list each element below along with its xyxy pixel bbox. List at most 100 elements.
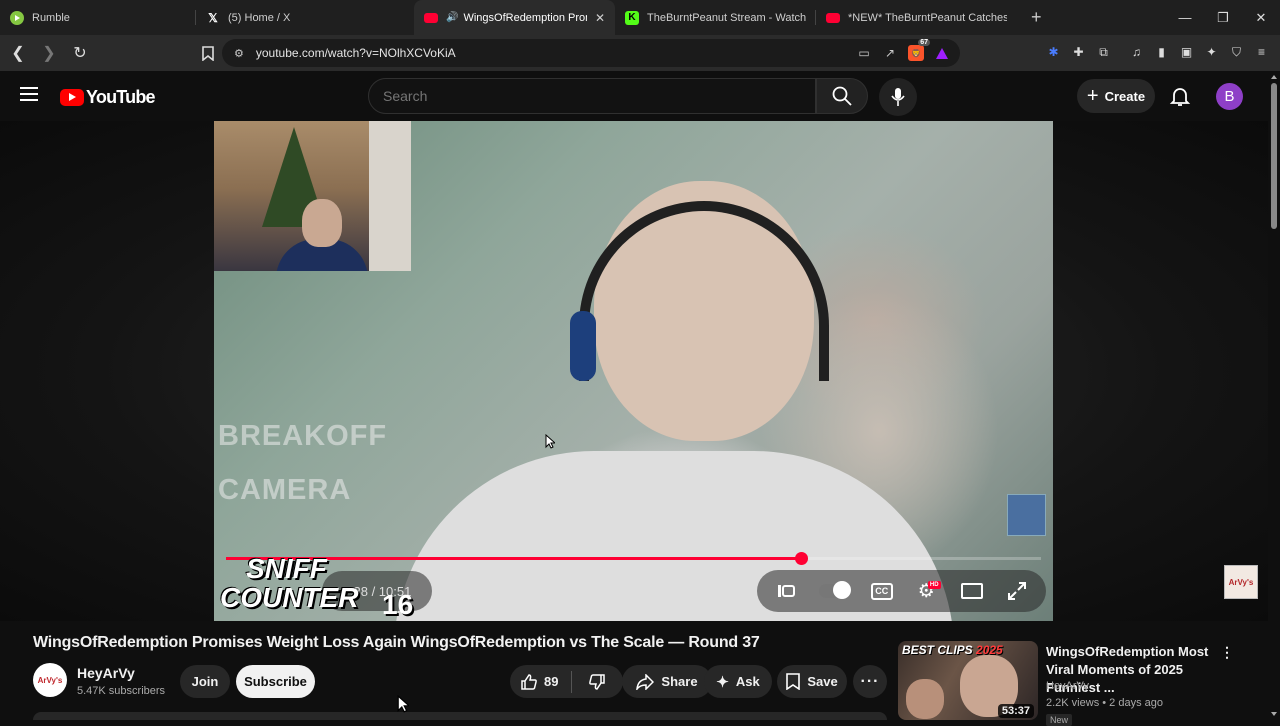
account-avatar[interactable]: B [1216, 83, 1243, 110]
share-button[interactable]: Share [622, 665, 712, 698]
avatar-letter: B [1224, 88, 1235, 105]
youtube-logo[interactable]: YouTube [60, 87, 156, 108]
url-field[interactable]: ⚙ youtube.com/watch?v=NOlhXCVoKiA ▭ ↗ 🦁 6… [222, 39, 960, 67]
mouse-cursor-icon-2 [397, 695, 409, 713]
tab-close-icon[interactable]: ✕ [587, 11, 605, 25]
wallet-icon[interactable]: ▣ [1178, 43, 1195, 61]
like-count: 89 [544, 674, 559, 689]
scroll-up-icon[interactable] [1271, 75, 1277, 79]
cast-icon[interactable]: ▭ [856, 45, 872, 61]
channel-watermark[interactable]: ArVy's [1224, 565, 1258, 599]
fullscreen-icon[interactable] [1005, 579, 1029, 603]
more-actions-icon[interactable]: ··· [853, 665, 887, 698]
plus-icon: + [1086, 85, 1099, 107]
notifications-bell-icon[interactable] [1168, 84, 1192, 108]
brave-shields-icon[interactable]: 🦁 67 [908, 39, 930, 61]
scroll-down-icon[interactable] [1271, 712, 1277, 716]
thumb-caption: BEST CLIPS 2025 [902, 643, 1003, 657]
site-info-icon[interactable]: ⚙ [234, 47, 244, 60]
search-box[interactable] [368, 78, 816, 114]
autoplay-toggle[interactable] [819, 581, 852, 599]
recommended-menu-icon[interactable]: ⋮ [1220, 644, 1234, 660]
create-button[interactable]: + Create [1077, 79, 1155, 113]
captions-icon[interactable]: CC [870, 582, 893, 600]
dislike-button[interactable] [572, 673, 622, 691]
tab-label: (5) Home / X [228, 11, 291, 24]
subscribe-button[interactable]: Subscribe [236, 665, 315, 698]
webcam-person-face [302, 199, 342, 247]
restore-icon[interactable]: ❐ [1204, 0, 1242, 35]
video-duration: 53:37 [997, 704, 1034, 718]
search-icon [832, 86, 852, 106]
window-close-icon[interactable]: ✕ [1242, 0, 1280, 35]
share-icon [636, 673, 655, 690]
thumb-year: 2025 [976, 643, 1003, 657]
sidebar-icon[interactable]: ▮ [1153, 43, 1170, 61]
hd-badge: HD [927, 581, 941, 589]
sniff-count: 16 [382, 589, 414, 620]
menu-icon[interactable]: ≡ [1253, 43, 1270, 61]
recommended-thumbnail[interactable]: BEST CLIPS 2025 53:37 [898, 641, 1038, 720]
bookmark-icon[interactable] [195, 40, 221, 66]
brave-rewards-icon[interactable] [934, 45, 950, 61]
tab-theburntpeanut-stream[interactable]: K TheBurntPeanut Stream - Watch Live [615, 0, 816, 35]
search-input[interactable] [383, 88, 815, 104]
voice-search-button[interactable] [879, 78, 917, 116]
video-player[interactable]: BREAKOFF CAMERA 7:28 / 10:51 SNIFF COUNT… [214, 121, 1053, 621]
description-box[interactable] [33, 712, 887, 720]
recommended-channel[interactable]: HeyArVy [1046, 680, 1089, 692]
chapters-icon[interactable] [774, 579, 798, 603]
search-button[interactable] [816, 78, 868, 114]
minimize-icon[interactable]: — [1166, 0, 1204, 35]
page-scrollbar[interactable] [1268, 71, 1280, 720]
extensions-area: ✱ ✚ ⧉ ♫ ▮ ▣ ✦ ⛉ ≡ [1045, 43, 1270, 61]
extensions-icon[interactable]: ✚ [1070, 43, 1087, 61]
hamburger-menu-icon[interactable] [20, 87, 38, 101]
leo-ai-icon[interactable]: ✦ [1203, 43, 1220, 61]
channel-avatar[interactable]: ArVy's [33, 663, 67, 697]
thumbs-up-icon [521, 673, 537, 690]
logo-text: YouTube [86, 87, 156, 107]
screenshot-icon[interactable]: ⧉ [1095, 43, 1112, 61]
vpn-shield-icon[interactable]: ⛉ [1228, 43, 1245, 61]
brave-badge: 67 [918, 39, 930, 46]
join-button[interactable]: Join [180, 665, 230, 698]
save-button[interactable]: Save [777, 665, 847, 698]
settings-gear-icon[interactable]: ⚙ HD [914, 579, 941, 603]
vpn-icon[interactable]: ✱ [1045, 43, 1062, 61]
tab-rumble[interactable]: Rumble [0, 0, 196, 35]
share-page-icon[interactable]: ↗ [882, 45, 898, 61]
webcam-door [369, 121, 411, 271]
address-bar: ❮ ❯ ↻ ⚙ youtube.com/watch?v=NOlhXCVoKiA … [0, 35, 1280, 71]
reload-icon[interactable]: ↻ [67, 40, 93, 66]
tab-label: *NEW* TheBurntPeanut Catches Cloa [848, 11, 1007, 24]
ask-label: Ask [735, 674, 760, 689]
tab-wingsofredemption[interactable]: 🔊 WingsOfRedemption Promise ✕ [414, 0, 615, 35]
scrubber-knob[interactable] [794, 552, 808, 565]
x-icon: 𝕏 [208, 10, 218, 25]
scrollbar-thumb[interactable] [1271, 83, 1277, 229]
new-badge: New [1046, 714, 1073, 726]
youtube-favicon-icon [424, 12, 438, 23]
ask-button[interactable]: ✦ Ask [704, 665, 772, 698]
channel-name[interactable]: HeyArVy [77, 665, 135, 681]
tab-theburntpeanut-video[interactable]: *NEW* TheBurntPeanut Catches Cloa [816, 0, 1017, 35]
media-icon[interactable]: ♫ [1128, 43, 1145, 61]
watermark-text: ArVy's [1228, 577, 1254, 587]
youtube-favicon-icon [826, 12, 840, 23]
video-title: WingsOfRedemption Promises Weight Loss A… [33, 634, 760, 651]
sniff-counter-overlay: SNIFF COUNTER [220, 554, 358, 612]
new-tab-icon[interactable]: + [1031, 7, 1042, 28]
theater-mode-icon[interactable] [960, 579, 984, 603]
url-text: youtube.com/watch?v=NOlhXCVoKiA [255, 46, 456, 60]
tab-label: WingsOfRedemption Promise [463, 11, 586, 24]
mini-face-overlay [1007, 494, 1046, 536]
microphone-icon [891, 88, 905, 106]
forward-icon[interactable]: ❯ [36, 40, 62, 66]
subscribe-label: Subscribe [244, 674, 307, 689]
sparkle-icon: ✦ [716, 673, 729, 691]
overlay-line-1: BREAKOFF [218, 420, 388, 452]
tab-x-home[interactable]: 𝕏 (5) Home / X [196, 0, 414, 35]
like-button[interactable]: 89 [510, 673, 570, 691]
back-icon[interactable]: ❮ [5, 40, 31, 66]
